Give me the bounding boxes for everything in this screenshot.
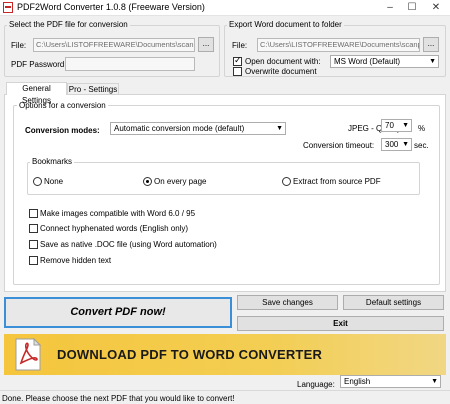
- hyphenated-words-label: Connect hyphenated words (English only): [40, 224, 189, 233]
- status-bar: Done. Please choose the next PDF that yo…: [0, 390, 450, 404]
- download-banner[interactable]: DOWNLOAD PDF TO WORD CONVERTER: [4, 334, 446, 375]
- compatible-images-checkbox[interactable]: [29, 209, 38, 218]
- bookmarks-extract-radio[interactable]: [282, 177, 291, 186]
- bookmarks-extract-label: Extract from source PDF: [293, 177, 381, 186]
- export-file-label: File:: [232, 41, 248, 50]
- tab-general-settings[interactable]: General Settings: [6, 82, 67, 105]
- pdf-password-field[interactable]: [65, 57, 195, 71]
- bookmarks-none-radio[interactable]: [33, 177, 42, 186]
- banner-text: DOWNLOAD PDF TO WORD CONVERTER: [57, 347, 323, 362]
- language-select[interactable]: English ▼: [340, 375, 441, 388]
- exit-button[interactable]: Exit: [237, 316, 444, 331]
- timeout-unit: sec.: [414, 141, 429, 150]
- open-document-label: Open document with:: [245, 57, 321, 66]
- source-file-label: File:: [11, 41, 27, 50]
- source-file-field[interactable]: C:\Users\LISTOFFREEWARE\Documents\scanpd: [33, 38, 195, 52]
- native-doc-label: Save as native .DOC file (using Word aut…: [40, 240, 217, 249]
- bookmarks-every-page-radio[interactable]: [143, 177, 152, 186]
- overwrite-checkbox[interactable]: [233, 67, 242, 76]
- chevron-down-icon: ▼: [431, 378, 438, 385]
- save-changes-button[interactable]: Save changes: [237, 295, 338, 310]
- export-browse-button[interactable]: ...: [423, 37, 439, 52]
- source-browse-button[interactable]: ...: [198, 37, 214, 52]
- conversion-mode-value: Automatic conversion mode (default): [114, 124, 245, 133]
- export-file-field[interactable]: C:\Users\LISTOFFREEWARE\Documents\scanpd: [257, 38, 420, 52]
- overwrite-label: Overwrite document: [245, 67, 317, 76]
- maximize-icon[interactable]: ☐: [402, 0, 422, 16]
- window-title: PDF2Word Converter 1.0.8 (Freeware Versi…: [17, 2, 205, 12]
- jpeg-unit: %: [418, 124, 426, 133]
- close-icon[interactable]: ✕: [426, 0, 446, 16]
- open-with-value: MS Word (Default): [334, 57, 401, 66]
- conversion-modes-label: Conversion modes:: [25, 126, 100, 135]
- minimize-icon[interactable]: –: [380, 0, 400, 16]
- export-group-title: Export Word document to folder: [227, 20, 344, 29]
- chevron-down-icon: ▼: [402, 141, 409, 148]
- status-text: Done. Please choose the next PDF that yo…: [2, 394, 235, 403]
- remove-hidden-text-checkbox[interactable]: [29, 256, 38, 265]
- title-bar[interactable]: PDF2Word Converter 1.0.8 (Freeware Versi…: [0, 0, 450, 16]
- bookmarks-group-title: Bookmarks: [30, 157, 75, 166]
- conversion-timeout-label: Conversion timeout:: [303, 141, 375, 150]
- bookmarks-none-label: None: [44, 177, 64, 186]
- conversion-timeout-value: 300: [385, 140, 399, 149]
- open-with-select[interactable]: MS Word (Default) ▼: [330, 55, 439, 68]
- conversion-timeout-select[interactable]: 300 ▼: [381, 138, 412, 151]
- jpeg-quality-value: 70: [385, 121, 394, 130]
- language-value: English: [344, 377, 371, 386]
- pdf-password-label: PDF Password:: [11, 60, 67, 69]
- jpeg-quality-select[interactable]: 70 ▼: [381, 119, 412, 132]
- convert-pdf-button[interactable]: Convert PDF now!: [4, 297, 232, 328]
- compatible-images-label: Make images compatible with Word 6.0 / 9…: [40, 209, 196, 218]
- default-settings-button[interactable]: Default settings: [343, 295, 444, 310]
- remove-hidden-text-label: Remove hidden text: [40, 256, 112, 265]
- pdf-app-icon: [3, 2, 13, 13]
- pdf-document-icon: [14, 337, 42, 371]
- hyphenated-words-checkbox[interactable]: [29, 224, 38, 233]
- chevron-down-icon: ▼: [276, 125, 283, 132]
- chevron-down-icon: ▼: [429, 58, 436, 65]
- native-doc-checkbox[interactable]: [29, 240, 38, 249]
- source-group-title: Select the PDF file for conversion: [7, 20, 130, 29]
- language-label: Language:: [297, 380, 335, 389]
- bookmarks-every-page-label: On every page: [154, 177, 207, 186]
- conversion-mode-select[interactable]: Automatic conversion mode (default) ▼: [110, 122, 286, 135]
- open-document-checkbox[interactable]: [233, 55, 242, 66]
- chevron-down-icon: ▼: [402, 122, 409, 129]
